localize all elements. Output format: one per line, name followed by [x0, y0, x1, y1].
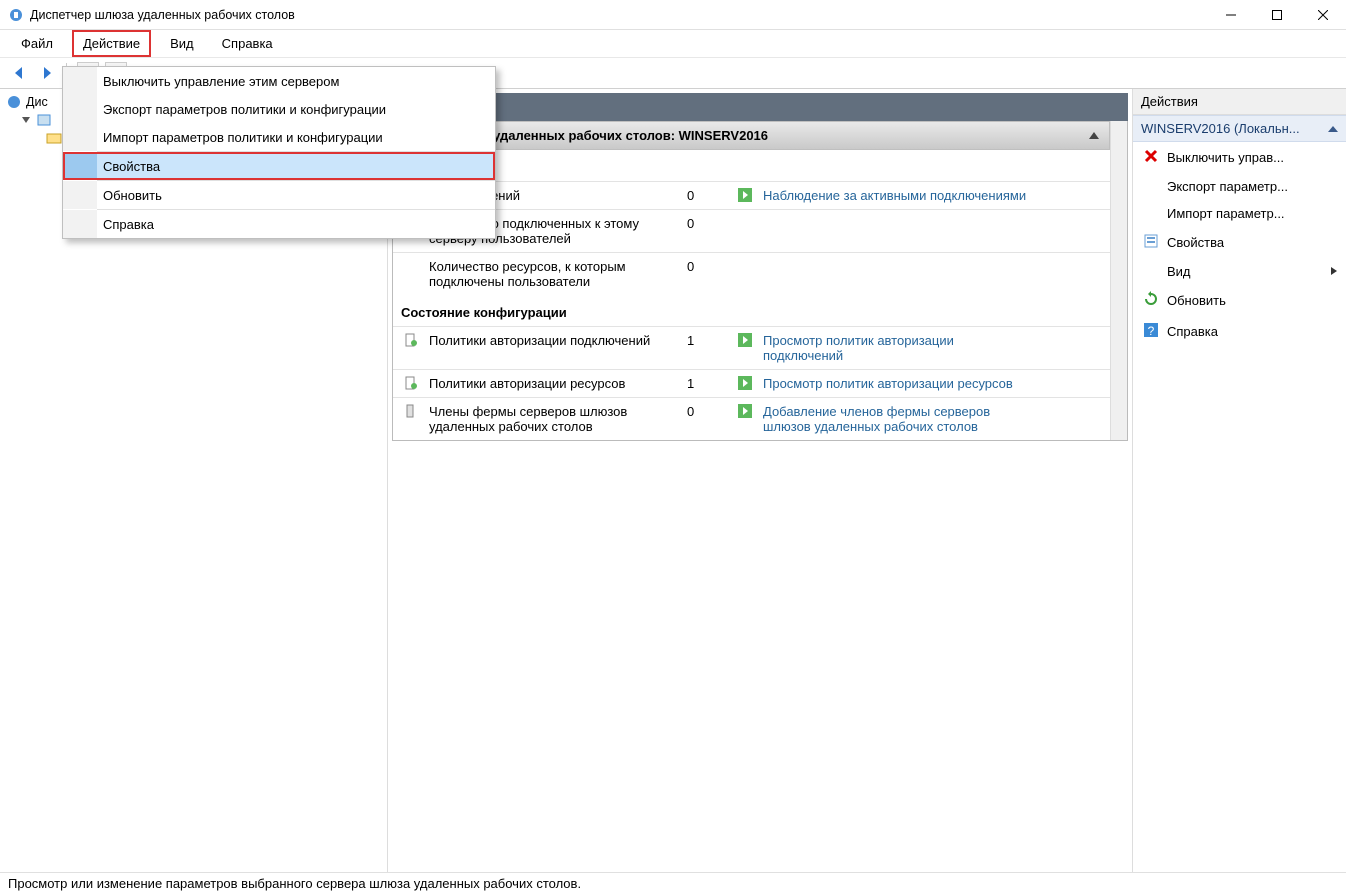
tree-root-label: Дис	[26, 95, 48, 109]
svg-text:?: ?	[1148, 324, 1155, 338]
app-icon	[8, 7, 24, 23]
arrow-icon	[735, 404, 755, 418]
row-label: Количество ресурсов, к которым подключен…	[429, 259, 679, 289]
actions-band-label: WINSERV2016 (Локальн...	[1141, 121, 1300, 136]
actions-pane: Действия WINSERV2016 (Локальн... Выключи…	[1132, 89, 1346, 872]
titlebar: Диспетчер шлюза удаленных рабочих столов	[0, 0, 1346, 30]
action-label: Свойства	[1167, 235, 1224, 250]
row-link[interactable]: Добавление членов фермы серверов шлюзов …	[763, 404, 1033, 434]
actions-header: Действия	[1133, 89, 1346, 115]
menu-item-label: Экспорт параметров политики и конфигурац…	[97, 102, 495, 117]
policy-icon	[401, 376, 421, 390]
main-panel: (Локальный) рвера шлюза удаленных рабочи…	[388, 89, 1132, 872]
submenu-arrow-icon	[1330, 264, 1338, 279]
menu-item-label: Обновить	[97, 188, 495, 203]
back-button[interactable]	[10, 63, 30, 83]
menu-item-help[interactable]: Справка	[63, 210, 495, 238]
forward-button[interactable]	[36, 63, 56, 83]
menu-item-disable[interactable]: Выключить управление этим сервером	[63, 67, 495, 95]
row-link[interactable]: Наблюдение за активными подключениями	[763, 188, 1026, 203]
action-label: Выключить управ...	[1167, 150, 1284, 165]
properties-icon	[1143, 233, 1159, 252]
maximize-button[interactable]	[1254, 0, 1300, 30]
action-label: Экспорт параметр...	[1167, 179, 1288, 194]
row-label: Члены фермы серверов шлюзов удаленных ра…	[429, 404, 679, 434]
menu-item-label: Свойства	[97, 159, 495, 174]
action-import[interactable]: Импорт параметр...	[1133, 200, 1346, 227]
collapse-up-icon[interactable]	[1328, 126, 1338, 132]
section-connection-state: одключения	[393, 150, 1110, 181]
action-disable[interactable]: Выключить управ...	[1133, 142, 1346, 173]
row-label: Политики авторизации ресурсов	[429, 376, 679, 391]
arrow-icon	[735, 333, 755, 347]
menu-view[interactable]: Вид	[161, 32, 203, 55]
close-button[interactable]	[1300, 0, 1346, 30]
row-link[interactable]: Просмотр политик авторизации ресурсов	[763, 376, 1013, 391]
row-label: Политики авторизации подключений	[429, 333, 679, 348]
row-value: 0	[687, 216, 727, 231]
action-export[interactable]: Экспорт параметр...	[1133, 173, 1346, 200]
menu-item-label: Справка	[97, 217, 495, 232]
menu-item-export[interactable]: Экспорт параметров политики и конфигурац…	[63, 95, 495, 123]
row-cap: Политики авторизации подключений 1 Просм…	[393, 326, 1110, 369]
menu-item-label: Импорт параметров политики и конфигураци…	[97, 130, 495, 145]
root-icon	[6, 94, 22, 110]
row-connected-users: Количество подключенных к этому серверу …	[393, 209, 1110, 252]
row-link[interactable]: Просмотр политик авторизации подключений	[763, 333, 1033, 363]
row-value: 0	[687, 188, 727, 203]
arrow-icon	[735, 188, 755, 202]
status-text: Просмотр или изменение параметров выбран…	[8, 876, 581, 891]
minimize-button[interactable]	[1208, 0, 1254, 30]
menu-file[interactable]: Файл	[12, 32, 62, 55]
actions-band[interactable]: WINSERV2016 (Локальн...	[1133, 115, 1346, 142]
collapse-icon[interactable]	[1089, 132, 1099, 139]
row-resources: Количество ресурсов, к которым подключен…	[393, 252, 1110, 295]
section-config-state: Состояние конфигурации	[393, 295, 1110, 326]
main-header: (Локальный)	[392, 93, 1128, 121]
action-view[interactable]: Вид	[1133, 258, 1346, 285]
refresh-icon	[1143, 291, 1159, 310]
menu-item-properties[interactable]: Свойства	[63, 152, 495, 180]
folder-icon	[46, 130, 62, 146]
window-title: Диспетчер шлюза удаленных рабочих столов	[30, 8, 295, 22]
action-label: Справка	[1167, 324, 1218, 339]
policy-icon	[401, 333, 421, 347]
action-label: Обновить	[1167, 293, 1226, 308]
menu-item-import[interactable]: Импорт параметров политики и конфигураци…	[63, 123, 495, 151]
action-properties[interactable]: Свойства	[1133, 227, 1346, 258]
row-value: 1	[687, 333, 727, 348]
menubar: Файл Действие Вид Справка	[0, 30, 1346, 57]
action-refresh[interactable]: Обновить	[1133, 285, 1346, 316]
vertical-scrollbar[interactable]	[1110, 121, 1127, 440]
row-value: 0	[687, 404, 727, 419]
arrow-icon	[735, 376, 755, 390]
action-label: Вид	[1167, 264, 1191, 279]
action-help[interactable]: ? Справка	[1133, 316, 1346, 347]
menu-help[interactable]: Справка	[213, 32, 282, 55]
row-value: 0	[687, 259, 727, 274]
action-dropdown: Выключить управление этим сервером Экспо…	[62, 66, 496, 239]
row-farm: Члены фермы серверов шлюзов удаленных ра…	[393, 397, 1110, 440]
server-icon	[36, 112, 52, 128]
row-value: 1	[687, 376, 727, 391]
status-bar: Просмотр или изменение параметров выбран…	[0, 872, 1346, 896]
menu-action[interactable]: Действие	[72, 30, 151, 57]
tree-caret-icon[interactable]	[20, 114, 32, 126]
row-rap: Политики авторизации ресурсов 1 Просмотр…	[393, 369, 1110, 397]
menu-item-refresh[interactable]: Обновить	[63, 181, 495, 209]
help-icon: ?	[1143, 322, 1159, 341]
server-group-icon	[401, 404, 421, 418]
action-label: Импорт параметр...	[1167, 206, 1285, 221]
row-total-connections: о подключений 0 Наблюдение за активными …	[393, 181, 1110, 209]
overview-bar[interactable]: рвера шлюза удаленных рабочих столов: WI…	[393, 121, 1110, 150]
menu-item-label: Выключить управление этим сервером	[97, 74, 495, 89]
x-icon	[1143, 148, 1159, 167]
